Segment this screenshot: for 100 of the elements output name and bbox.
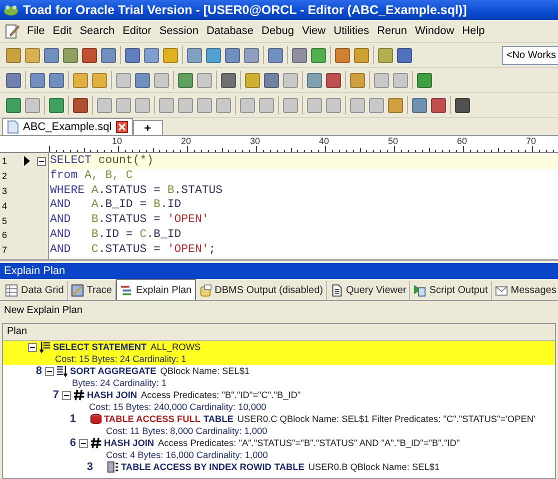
result-tab[interactable]: Script Output xyxy=(410,281,492,300)
toolbar-icon[interactable] xyxy=(221,72,236,88)
ruler-number: 20 xyxy=(181,136,192,146)
list-arrow-icon xyxy=(39,341,51,353)
tab-icon xyxy=(413,284,426,297)
toolbar-icon[interactable] xyxy=(412,98,427,112)
new-tab-button[interactable]: + xyxy=(132,120,163,135)
menu-item[interactable]: Window xyxy=(411,24,458,38)
plan-step-text: TABLE ACCESS BY INDEX ROWID TABLE USER0.B QBlock Name: SEL$1 xyxy=(121,461,440,473)
result-tab[interactable]: Messages xyxy=(492,281,558,300)
panel-title: Explain Plan xyxy=(4,265,66,277)
result-tab[interactable]: Query Viewer xyxy=(326,281,410,300)
toolbar-icon[interactable] xyxy=(6,72,21,88)
editor-tab[interactable]: ABC_Example.sql xyxy=(2,118,133,135)
plan-row[interactable]: 1 TABLE ACCESS FULL TABLE USER0.C QBlock Name: SEL$1 Filter Predicates: "C"."STATUS"='OPEN' Cost: 11 Bytes: 8,000 Cardinality: 1,000 xyxy=(3,413,555,437)
line-number: 6 xyxy=(1,230,8,240)
toolbar-icon[interactable] xyxy=(307,72,322,88)
menu-item[interactable]: Debug xyxy=(258,24,298,38)
menu-item[interactable]: File xyxy=(23,24,49,38)
toolbar-icon[interactable] xyxy=(49,72,64,88)
close-icon[interactable] xyxy=(116,121,128,133)
toolbar-icon[interactable] xyxy=(6,98,21,112)
plan-step-text: HASH JOIN Access Predicates: "B"."ID"="C"."B_ID" xyxy=(87,389,301,401)
toolbar-icon[interactable] xyxy=(326,72,341,88)
toolbar-icon[interactable] xyxy=(206,48,221,62)
collapse-icon[interactable] xyxy=(45,366,54,376)
step-number: 1 xyxy=(68,413,77,425)
workspace-combo[interactable]: <No Works xyxy=(502,46,558,64)
ruler-number: 50 xyxy=(388,136,398,146)
tab-icon xyxy=(120,284,133,296)
toolbar-icon[interactable] xyxy=(82,48,97,62)
toolbar-icon[interactable] xyxy=(455,98,470,112)
ruler-number: 10 xyxy=(112,136,122,146)
plan-row[interactable]: 7 HASH JOIN Access Predicates: "B"."ID"="C"."B_ID" Cost: 15 Bytes: 240,000 Cardinality: 10,000 xyxy=(3,389,555,413)
code-line: AND B.STATUS = 'OPEN' xyxy=(49,213,210,228)
menu-item[interactable]: Rerun xyxy=(373,24,412,38)
toolbar-icon[interactable] xyxy=(44,48,59,62)
toolbar-icon[interactable] xyxy=(397,48,412,62)
toolbar-icon[interactable] xyxy=(417,72,432,88)
line-number: 2 xyxy=(1,171,8,182)
index-icon xyxy=(107,461,119,473)
menu-item[interactable]: Edit xyxy=(48,24,76,38)
toolbar-icon[interactable] xyxy=(101,48,116,62)
plan-step-text: SORT AGGREGATE QBlock Name: SEL$1 xyxy=(70,365,250,377)
toolbar-icon[interactable] xyxy=(225,48,240,62)
plan-row[interactable]: 6 HASH JOIN Access Predicates: "A"."STATUS"="B"."STATUS" AND "A"."B_ID"="B"."ID" Cost: 4 Bytes: 16,000 Cardinality: 1,000 xyxy=(3,437,555,461)
menu-item[interactable]: Editor xyxy=(118,24,156,38)
result-tab[interactable]: Data Grid xyxy=(2,281,68,300)
code-line: WHERE A.STATUS = B.STATUS xyxy=(49,184,224,198)
menu-item[interactable]: View xyxy=(298,24,330,38)
code-line: AND C.STATUS = 'OPEN'; xyxy=(49,242,217,258)
toolbar-icon[interactable] xyxy=(264,72,279,88)
result-tab[interactable]: DBMS Output (disabled) xyxy=(196,281,327,300)
ruler-number: 70 xyxy=(526,136,536,146)
toolbar-icon[interactable] xyxy=(292,48,307,62)
line-number: 1 xyxy=(1,156,8,166)
toolbar-icon[interactable] xyxy=(30,72,45,88)
line-number: 4 xyxy=(1,200,8,211)
line-number: 7 xyxy=(1,245,8,256)
toolbar-icon[interactable] xyxy=(125,48,140,62)
toolbar-icon[interactable] xyxy=(178,72,193,88)
toolbar-icon[interactable] xyxy=(73,98,88,112)
cylinder-icon xyxy=(90,413,102,425)
code-line: AND A.B_ID = B.ID xyxy=(49,198,182,214)
plan-stats: Cost: 4 Bytes: 16,000 Cardinality: 1,000 xyxy=(106,450,268,460)
menu-item[interactable]: Session xyxy=(155,24,202,38)
current-line-arrow-icon xyxy=(24,156,30,166)
collapse-icon[interactable] xyxy=(62,390,71,400)
toolbar-icon[interactable] xyxy=(135,72,150,88)
collapse-icon[interactable] xyxy=(28,342,37,352)
toolbar-icon[interactable] xyxy=(63,48,78,62)
tab-icon xyxy=(5,284,18,297)
toolbar-icon[interactable] xyxy=(49,98,64,112)
ruler-number: 60 xyxy=(457,136,468,146)
hash-icon xyxy=(90,437,102,449)
plan-step-text: TABLE ACCESS FULL TABLE USER0.C QBlock Name: SEL$1 Filter Predicates: "C"."STATUS"='OPEN' xyxy=(104,413,536,425)
plan-step-text: SELECT STATEMENT ALL_ROWS xyxy=(53,341,201,353)
step-number: 3 xyxy=(86,461,94,473)
plan-row[interactable]: 8 SORT AGGREGATE QBlock Name: SEL$1 Bytes: 24 Cardinality: 1 xyxy=(3,365,555,389)
menu-item[interactable]: Help xyxy=(458,24,489,38)
collapse-icon[interactable] xyxy=(36,156,46,166)
plan-caption: New Explain Plan xyxy=(3,304,84,318)
plan-row[interactable]: SELECT STATEMENT ALL_ROWS Cost: 15 Bytes: 24 Cardinality: 1 xyxy=(3,341,555,365)
toolbar-icon[interactable] xyxy=(268,48,283,62)
menu-item[interactable]: Search xyxy=(76,24,119,38)
menu-item[interactable]: Utilities xyxy=(330,24,374,38)
frog-icon xyxy=(3,4,19,16)
code-line: from A, B, C xyxy=(49,168,134,184)
line-number: 3 xyxy=(1,186,8,196)
ruler-number: 40 xyxy=(319,136,330,146)
column-header: Plan xyxy=(3,324,555,341)
toolbar-icon[interactable] xyxy=(431,98,446,112)
plan-stats: Bytes: 24 Cardinality: 1 xyxy=(72,378,166,388)
plan-row[interactable]: 3 TABLE ACCESS BY INDEX ROWID TABLE USER0.B QBlock Name: SEL$1 xyxy=(3,461,555,473)
menu-item[interactable]: Database xyxy=(202,24,258,38)
toolbar-icon[interactable] xyxy=(335,48,350,62)
result-tab[interactable]: Explain Plan xyxy=(116,279,196,300)
collapse-icon[interactable] xyxy=(79,438,88,448)
pencil-document-icon xyxy=(4,23,20,39)
sort-icon xyxy=(56,365,68,377)
